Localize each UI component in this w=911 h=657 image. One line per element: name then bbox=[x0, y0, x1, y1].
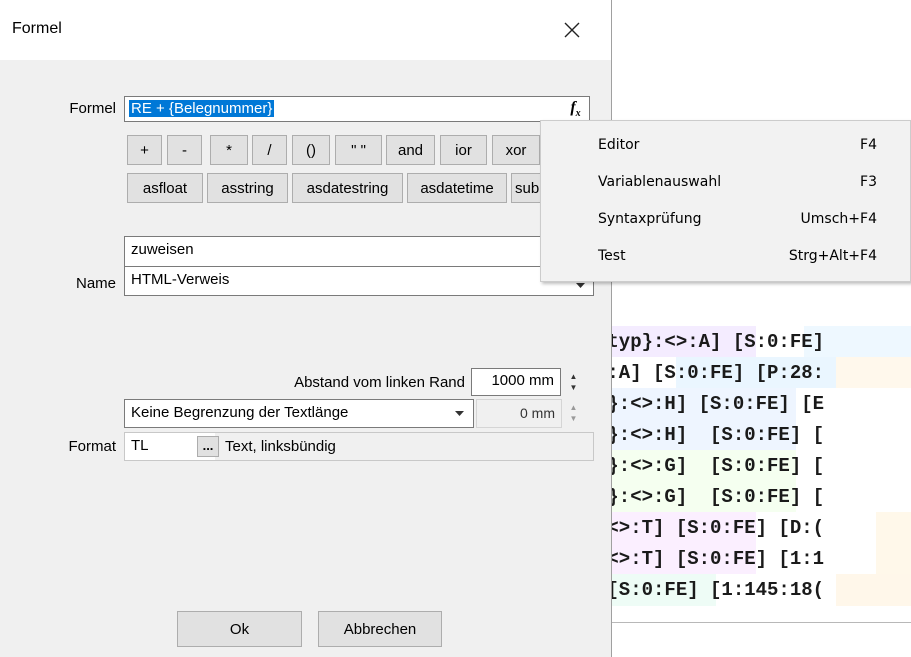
code-line: :<>:T] [S:0:FE] [D:( bbox=[596, 512, 911, 544]
menu-item-shortcut: Strg+Alt+F4 bbox=[788, 248, 877, 264]
text-length-select[interactable]: Keine Begrenzung der Textlänge bbox=[124, 399, 474, 428]
position-spinner[interactable]: ▲ ▼ bbox=[566, 369, 581, 395]
code-line: o}:<>:H] [S:0:FE] [ bbox=[596, 419, 911, 451]
code-line: >:A] [S:0:FE] [P:28: bbox=[596, 357, 911, 389]
assign-select[interactable]: zuweisen bbox=[124, 236, 594, 266]
name-label: Name bbox=[75, 275, 116, 292]
menu-item-label: Variablenauswahl bbox=[598, 174, 722, 190]
close-icon bbox=[564, 22, 580, 38]
menu-item-test[interactable]: Test Strg+Alt+F4 bbox=[541, 239, 911, 275]
format-description: Text, linksbündig bbox=[225, 438, 336, 455]
op-button-divide[interactable]: / bbox=[252, 135, 287, 165]
code-line: o}:<>:H] [S:0:FE] [E bbox=[596, 388, 911, 420]
text-length-dropdown-arrow[interactable] bbox=[451, 405, 468, 422]
name-value: HTML-Verweis bbox=[131, 271, 230, 288]
formel-label: Formel bbox=[69, 100, 116, 117]
fn-button-asdatestring[interactable]: asdatestring bbox=[292, 173, 403, 203]
menu-item-shortcut: F4 bbox=[860, 137, 877, 153]
editor-divider bbox=[590, 622, 911, 623]
spin-up-icon: ▲ bbox=[569, 372, 578, 381]
fx-button[interactable]: fx bbox=[562, 97, 589, 121]
cancel-button[interactable]: Abbrechen bbox=[318, 611, 442, 647]
fn-button-asfloat[interactable]: asfloat bbox=[127, 173, 203, 203]
formel-dialog: Formel Formel RE + {Belegnummer} fx + - … bbox=[0, 0, 612, 657]
menu-item-label: Syntaxprüfung bbox=[598, 211, 702, 227]
spin-down-icon: ▼ bbox=[569, 383, 578, 392]
formel-selected-text: RE + {Belegnummer} bbox=[129, 100, 275, 117]
op-button-and[interactable]: and bbox=[386, 135, 435, 165]
menu-item-label: Editor bbox=[598, 137, 640, 153]
menu-item-variablenauswahl[interactable]: Variablenauswahl F3 bbox=[541, 165, 911, 201]
chevron-down-icon bbox=[576, 282, 585, 288]
length-mm-input[interactable]: 0 mm bbox=[476, 399, 562, 428]
menu-item-shortcut: Umsch+F4 bbox=[800, 211, 877, 227]
formel-input[interactable]: RE + {Belegnummer} bbox=[124, 96, 590, 122]
menu-item-label: Test bbox=[598, 248, 626, 264]
assign-value: zuweisen bbox=[131, 241, 194, 258]
length-spinner[interactable]: ▲ ▼ bbox=[566, 400, 581, 426]
op-button-xor[interactable]: xor bbox=[492, 135, 540, 165]
menu-item-shortcut: F3 bbox=[860, 174, 877, 190]
format-label: Format bbox=[68, 438, 116, 455]
close-button[interactable] bbox=[550, 12, 594, 48]
chevron-down-icon bbox=[455, 410, 464, 416]
text-length-value: Keine Begrenzung der Textlänge bbox=[131, 404, 349, 421]
menu-item-syntaxpruefung[interactable]: Syntaxprüfung Umsch+F4 bbox=[541, 202, 911, 238]
position-input[interactable]: 1000 mm bbox=[471, 368, 561, 396]
fn-button-asdatetime[interactable]: asdatetime bbox=[407, 173, 507, 203]
op-button-minus[interactable]: - bbox=[167, 135, 202, 165]
format-browse-button[interactable]: ... bbox=[197, 436, 219, 457]
code-line: [S:0:FE] [1:145:18( bbox=[596, 574, 911, 606]
fn-button-asstring[interactable]: asstring bbox=[207, 173, 288, 203]
spin-up-icon: ▲ bbox=[569, 403, 578, 412]
code-editor-text-area[interactable]: ntyp}:<>:A] [S:0:FE] >:A] [S:0:FE] [P:28… bbox=[596, 322, 911, 620]
ok-button[interactable]: Ok bbox=[177, 611, 302, 647]
dialog-titlebar: Formel bbox=[0, 0, 611, 60]
op-button-ior[interactable]: ior bbox=[440, 135, 487, 165]
op-button-plus[interactable]: + bbox=[127, 135, 162, 165]
code-line: :<>:T] [S:0:FE] [1:1 bbox=[596, 543, 911, 575]
format-row: TL ... Text, linksbündig bbox=[124, 432, 594, 461]
position-label: Abstand vom linken Rand bbox=[294, 374, 465, 391]
code-line: o}:<>:G] [S:0:FE] [ bbox=[596, 481, 911, 513]
fx-context-menu: Editor F4 Variablenauswahl F3 Syntaxprüf… bbox=[540, 120, 911, 282]
dialog-title: Formel bbox=[12, 20, 62, 37]
fx-icon: fx bbox=[570, 98, 581, 120]
op-button-quotes[interactable]: " " bbox=[335, 135, 382, 165]
spin-down-icon: ▼ bbox=[569, 414, 578, 423]
code-line: o}:<>:G] [S:0:FE] [ bbox=[596, 450, 911, 482]
op-button-parentheses[interactable]: () bbox=[292, 135, 330, 165]
name-select[interactable]: HTML-Verweis bbox=[124, 266, 594, 296]
code-line: ntyp}:<>:A] [S:0:FE] bbox=[596, 326, 911, 358]
op-button-multiply[interactable]: * bbox=[210, 135, 248, 165]
menu-item-editor[interactable]: Editor F4 bbox=[541, 128, 911, 164]
